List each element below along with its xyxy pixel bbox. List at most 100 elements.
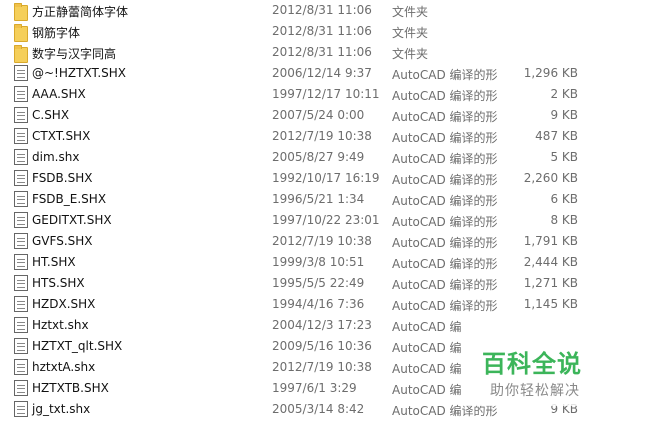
file-name: HZTXTB.SHX xyxy=(32,381,109,395)
file-type: AutoCAD 编译的形 xyxy=(392,278,498,292)
file-row[interactable]: FSDB_E.SHX 1996/5/21 1:34 AutoCAD 编译的形 6 KB xyxy=(0,189,648,210)
file-type: AutoCAD 编 xyxy=(392,362,462,376)
file-size: 2 KB xyxy=(550,87,578,101)
file-icon xyxy=(14,191,28,207)
file-size: 8 KB xyxy=(550,213,578,227)
file-date-modified: 2004/12/3 17:23 xyxy=(272,318,372,332)
file-type: AutoCAD 编 xyxy=(392,341,462,355)
file-icon xyxy=(14,170,28,186)
file-size: 487 KB xyxy=(535,129,578,143)
file-date-modified: 1999/3/8 10:51 xyxy=(272,255,365,269)
file-date-modified: 2012/8/31 11:06 xyxy=(272,3,372,17)
file-date-modified: 1997/6/1 3:29 xyxy=(272,381,357,395)
file-icon xyxy=(14,380,28,396)
file-name: C.SHX xyxy=(32,108,70,122)
file-date-modified: 2012/8/31 11:06 xyxy=(272,45,372,59)
file-date-modified: 1992/10/17 16:19 xyxy=(272,171,380,185)
file-size: 2,444 KB xyxy=(523,255,578,269)
file-name: Hztxt.shx xyxy=(32,318,89,332)
file-row[interactable]: 方正静蕾简体字体 2012/8/31 11:06 文件夹 xyxy=(0,0,648,21)
file-row[interactable]: HT.SHX 1999/3/8 10:51 AutoCAD 编译的形 2,444 KB xyxy=(0,252,648,273)
file-type: AutoCAD 编译的形 xyxy=(392,89,498,103)
file-type: AutoCAD 编译的形 xyxy=(392,173,498,187)
file-name: @~!HZTXT.SHX xyxy=(32,66,127,80)
file-size: 2,260 KB xyxy=(523,171,578,185)
file-date-modified: 1994/4/16 7:36 xyxy=(272,297,365,311)
file-name: AAA.SHX xyxy=(32,87,86,101)
file-type: AutoCAD 编译的形 xyxy=(392,194,498,208)
file-row[interactable]: GVFS.SHX 2012/7/19 10:38 AutoCAD 编译的形 1,791… xyxy=(0,231,648,252)
file-type: AutoCAD 编译的形 xyxy=(392,299,498,313)
file-row[interactable]: Hztxt.shx 2004/12/3 17:23 AutoCAD 编 xyxy=(0,315,648,336)
file-name: HZDX.SHX xyxy=(32,297,96,311)
file-row[interactable]: dim.shx 2005/8/27 9:49 AutoCAD 编译的形 5 KB xyxy=(0,147,648,168)
file-date-modified: 1996/5/21 1:34 xyxy=(272,192,365,206)
file-name: jg_txt.shx xyxy=(32,402,91,416)
file-size: 1,296 KB xyxy=(523,66,578,80)
file-type: 文件夹 xyxy=(392,26,429,40)
file-row[interactable]: C.SHX 2007/5/24 0:00 AutoCAD 编译的形 9 KB xyxy=(0,105,648,126)
file-size: 1,271 KB xyxy=(523,276,578,290)
file-name: HTS.SHX xyxy=(32,276,85,290)
file-row[interactable]: @~!HZTXT.SHX 2006/12/14 9:37 AutoCAD 编译的形 1… xyxy=(0,63,648,84)
file-name: GEDITXT.SHX xyxy=(32,213,112,227)
file-icon xyxy=(14,65,28,81)
file-row[interactable]: FSDB.SHX 1992/10/17 16:19 AutoCAD 编译的形 2,26… xyxy=(0,168,648,189)
file-date-modified: 2012/7/19 10:38 xyxy=(272,129,372,143)
file-icon xyxy=(14,128,28,144)
file-row[interactable]: 钢筋字体 2012/8/31 11:06 文件夹 xyxy=(0,21,648,42)
file-row[interactable]: HZDX.SHX 1994/4/16 7:36 AutoCAD 编译的形 1,145 … xyxy=(0,294,648,315)
folder-icon xyxy=(14,24,28,42)
file-date-modified: 2012/7/19 10:38 xyxy=(272,360,372,374)
file-date-modified: 1997/12/17 10:11 xyxy=(272,87,380,101)
file-icon xyxy=(14,86,28,102)
file-row[interactable]: 数字与汉字同高 2012/8/31 11:06 文件夹 xyxy=(0,42,648,63)
watermark-title: 百科全说 xyxy=(482,350,582,378)
file-type: AutoCAD 编译的形 xyxy=(392,215,498,229)
file-date-modified: 2007/5/24 0:00 xyxy=(272,108,365,122)
file-row[interactable]: GEDITXT.SHX 1997/10/22 23:01 AutoCAD 编译的形 8… xyxy=(0,210,648,231)
file-row[interactable]: CTXT.SHX 2012/7/19 10:38 AutoCAD 编译的形 487 K… xyxy=(0,126,648,147)
file-size: 5 KB xyxy=(550,150,578,164)
file-icon xyxy=(14,233,28,249)
file-size: 6 KB xyxy=(550,192,578,206)
file-type: 文件夹 xyxy=(392,5,429,19)
file-date-modified: 2009/5/16 10:36 xyxy=(272,339,372,353)
file-icon xyxy=(14,359,28,375)
file-date-modified: 1995/5/5 22:49 xyxy=(272,276,365,290)
file-row[interactable]: HTS.SHX 1995/5/5 22:49 AutoCAD 编译的形 1,271 K… xyxy=(0,273,648,294)
file-icon xyxy=(14,212,28,228)
watermark: 百科全说 助你轻松解决 xyxy=(462,340,622,406)
file-type: AutoCAD 编 xyxy=(392,383,462,397)
file-icon xyxy=(14,401,28,417)
file-type: AutoCAD 编译的形 xyxy=(392,110,498,124)
file-icon xyxy=(14,149,28,165)
file-type: AutoCAD 编译的形 xyxy=(392,131,498,145)
file-type: AutoCAD 编译的形 xyxy=(392,68,498,82)
file-icon xyxy=(14,254,28,270)
file-name: HT.SHX xyxy=(32,255,76,269)
file-icon xyxy=(14,107,28,123)
file-date-modified: 2005/8/27 9:49 xyxy=(272,150,365,164)
file-name: HZTXT_qlt.SHX xyxy=(32,339,123,353)
file-date-modified: 2006/12/14 9:37 xyxy=(272,66,372,80)
file-type: AutoCAD 编 xyxy=(392,320,462,334)
file-date-modified: 2005/3/14 8:42 xyxy=(272,402,365,416)
file-date-modified: 2012/8/31 11:06 xyxy=(272,24,372,38)
file-icon xyxy=(14,338,28,354)
file-size: 1,791 KB xyxy=(523,234,578,248)
file-name: GVFS.SHX xyxy=(32,234,93,248)
file-name: dim.shx xyxy=(32,150,80,164)
file-row[interactable]: AAA.SHX 1997/12/17 10:11 AutoCAD 编译的形 2 KB xyxy=(0,84,648,105)
file-name: 钢筋字体 xyxy=(32,26,81,40)
file-type: AutoCAD 编译的形 xyxy=(392,236,498,250)
file-icon xyxy=(14,275,28,291)
folder-icon xyxy=(14,45,28,63)
file-icon xyxy=(14,317,28,333)
file-name: FSDB.SHX xyxy=(32,171,93,185)
watermark-subtitle: 助你轻松解决 xyxy=(490,383,580,399)
file-date-modified: 1997/10/22 23:01 xyxy=(272,213,380,227)
file-size: 1,145 KB xyxy=(523,297,578,311)
file-name: 方正静蕾简体字体 xyxy=(32,5,129,19)
file-name: FSDB_E.SHX xyxy=(32,192,107,206)
